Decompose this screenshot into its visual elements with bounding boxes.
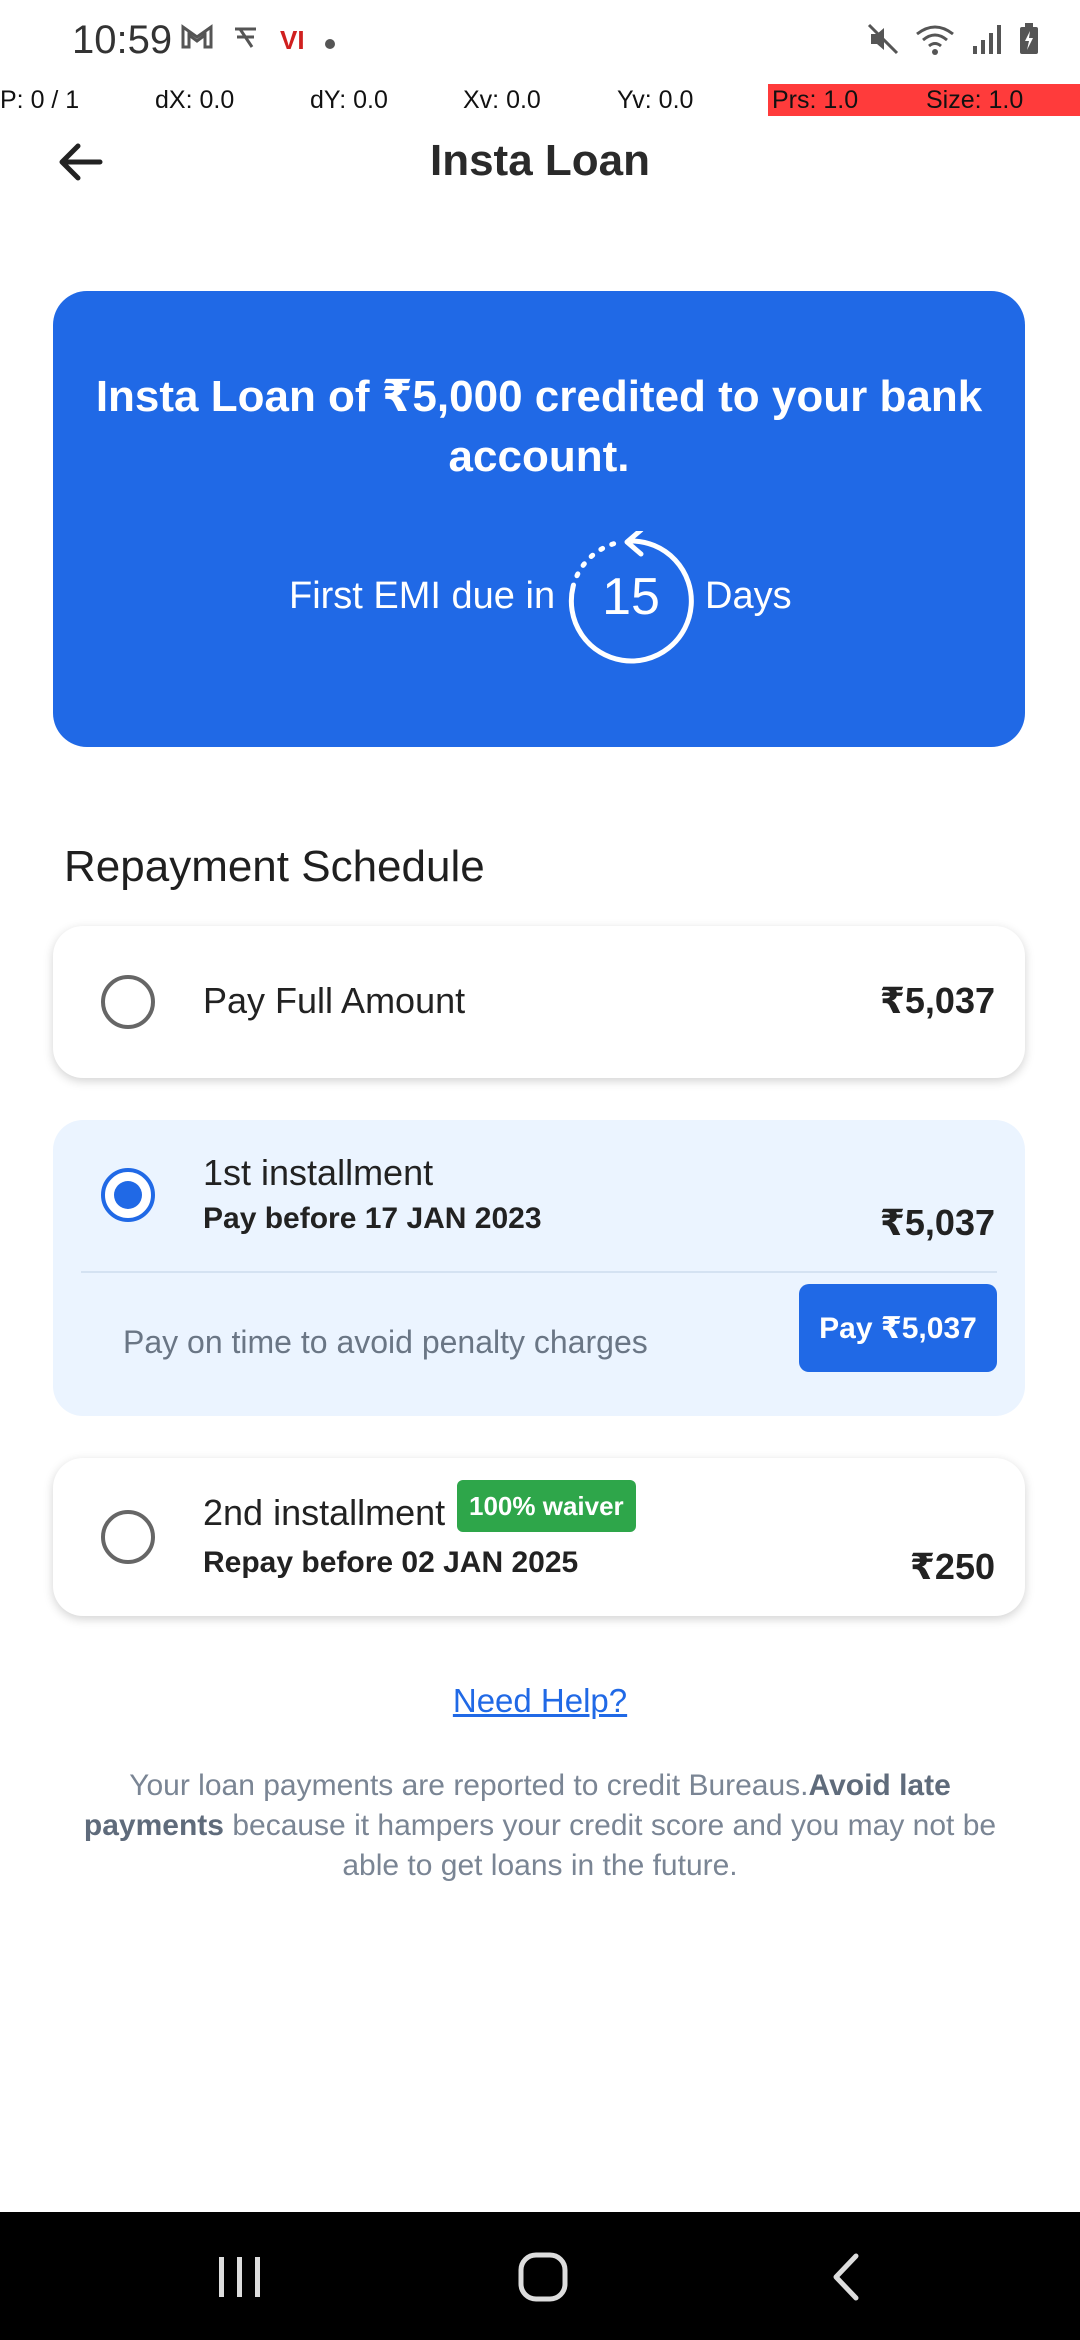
emi-due-prefix: First EMI due in [289, 575, 556, 617]
status-bar: 10:59 VI [0, 0, 1080, 84]
repayment-schedule-title: Repayment Schedule [64, 842, 485, 891]
status-left-icons: VI [180, 22, 337, 59]
pay-full-radio[interactable] [101, 975, 155, 1029]
credit-bureau-disclaimer: Your loan payments are reported to credi… [80, 1766, 1000, 1886]
mute-icon [866, 22, 900, 64]
battery-icon [1018, 22, 1040, 64]
pay-installment-button[interactable]: Pay ₹5,037 [799, 1284, 997, 1372]
disclaimer-part1: Your loan payments are reported to credi… [129, 1769, 809, 1802]
emi-countdown: First EMI due in 15 Days [53, 531, 1025, 671]
disclaimer-part2: because it hampers your credit score and… [223, 1809, 997, 1882]
app-icon [232, 22, 262, 59]
home-icon [518, 2252, 568, 2302]
installment-1-option[interactable]: 1st installment Pay before 17 JAN 2023 ₹… [53, 1120, 1025, 1416]
debug-xv: Xv: 0.0 [463, 86, 541, 114]
debug-yv: Yv: 0.0 [617, 86, 694, 114]
debug-size: Size: 1.0 [922, 84, 1080, 116]
installment-2-due: Repay before 02 JAN 2025 [203, 1546, 579, 1579]
debug-pressure: Prs: 1.0 [768, 84, 922, 116]
dot-icon [323, 22, 337, 59]
installment-1-amount: ₹5,037 [879, 1202, 995, 1243]
status-right-icons [866, 22, 1040, 64]
loan-credited-message: Insta Loan of ₹5,000 credited to your ba… [95, 372, 983, 481]
system-nav-bar [0, 2212, 1080, 2340]
debug-dx: dX: 0.0 [155, 86, 235, 114]
installment-2-option[interactable]: 2nd installment 100% waiver Repay before… [53, 1458, 1025, 1616]
recents-button[interactable] [200, 2242, 280, 2312]
home-button[interactable] [503, 2242, 583, 2312]
loan-credited-card: Insta Loan of ₹5,000 credited to your ba… [53, 291, 1025, 747]
installment-2-amount: ₹250 [909, 1546, 995, 1587]
nav-back-button[interactable] [806, 2242, 886, 2312]
recents-icon [219, 2257, 260, 2297]
penalty-note: Pay on time to avoid penalty charges [123, 1324, 648, 1360]
installment-2-radio[interactable] [101, 1510, 155, 1564]
waiver-badge: 100% waiver [457, 1480, 636, 1532]
pointer-debug-bar: P: 0 / 1 dX: 0.0 dY: 0.0 Xv: 0.0 Yv: 0.0… [0, 84, 1080, 116]
pay-full-amount-option[interactable]: Pay Full Amount ₹5,037 [53, 926, 1025, 1078]
emi-days-count: 15 [602, 568, 660, 626]
debug-dy: dY: 0.0 [310, 86, 388, 114]
debug-pointer: P: 0 / 1 [0, 86, 80, 114]
installment-2-label: 2nd installment [203, 1492, 446, 1533]
installment-1-due: Pay before 17 JAN 2023 [203, 1202, 542, 1235]
status-time: 10:59 [72, 18, 173, 62]
pay-full-label: Pay Full Amount [203, 980, 466, 1021]
gmail-icon [180, 22, 214, 59]
wifi-icon [914, 22, 956, 64]
page-title: Insta Loan [429, 136, 651, 185]
emi-due-suffix: Days [705, 575, 792, 617]
installment-1-label: 1st installment [203, 1152, 434, 1193]
vi-icon: VI [280, 25, 305, 55]
pay-full-amount: ₹5,037 [879, 980, 995, 1021]
signal-icon [970, 22, 1004, 64]
installment-1-radio[interactable] [101, 1168, 155, 1222]
divider [81, 1271, 997, 1273]
need-help-link[interactable]: Need Help? [0, 1682, 1080, 1720]
back-icon [833, 2253, 859, 2301]
